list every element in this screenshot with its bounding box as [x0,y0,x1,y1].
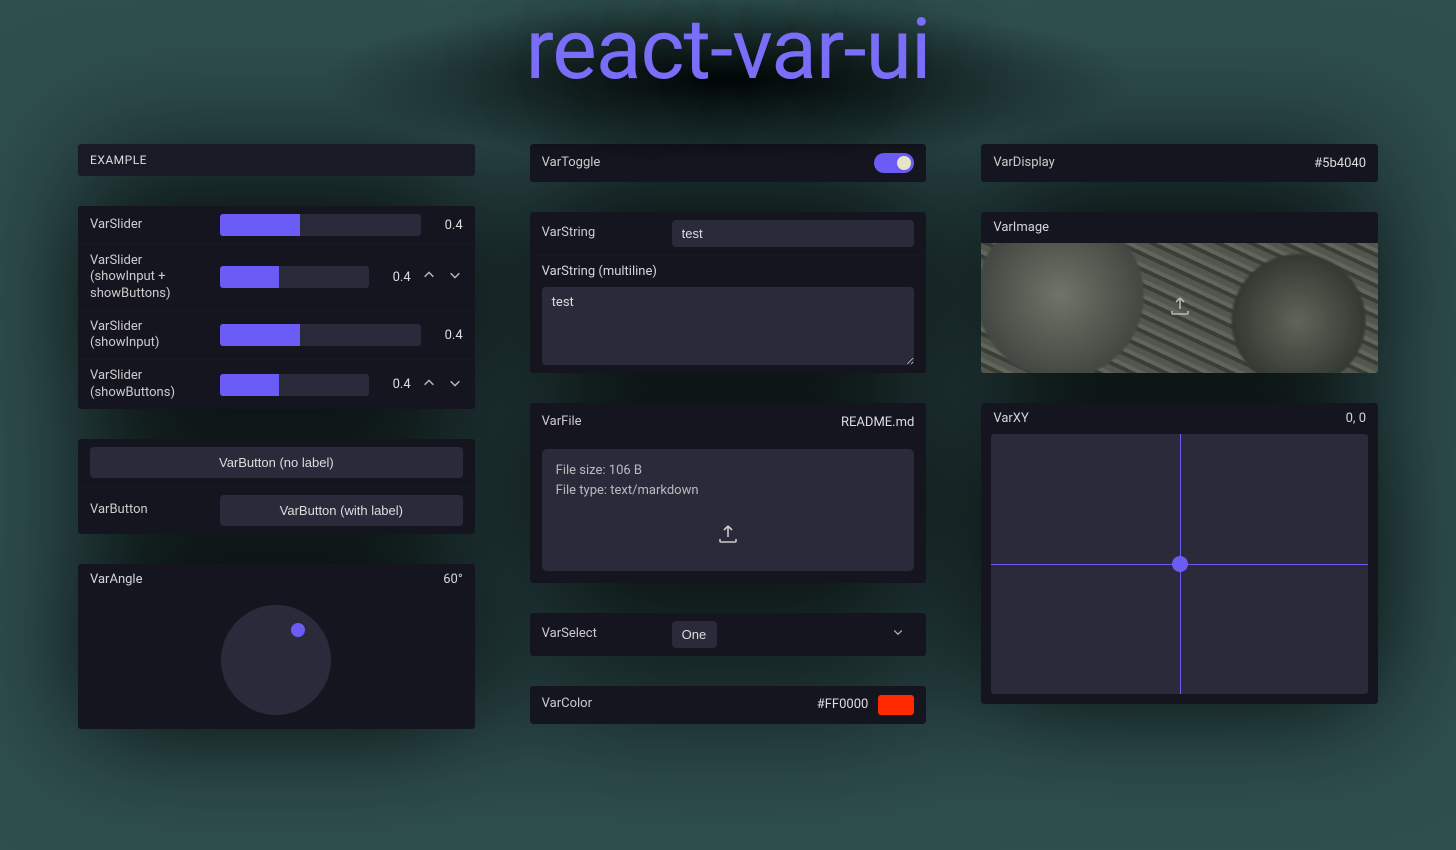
var-button-withlabel[interactable]: VarButton (with label) [220,495,463,526]
upload-icon [556,522,901,553]
slider-label: VarSlider [90,217,210,233]
xy-label: VarXY [993,411,1028,426]
string-multiline-row: VarString (multiline) [530,255,927,373]
select-row: VarSelect One [530,613,927,656]
select-panel: VarSelect One [530,613,927,656]
var-button-nolabel[interactable]: VarButton (no label) [90,447,463,478]
xy-handle[interactable] [1172,556,1188,572]
angle-handle[interactable] [291,623,305,637]
angle-dial[interactable] [221,605,331,715]
chevron-down-icon [448,376,462,394]
file-panel: VarFile README.md File size: 106 B File … [530,403,927,583]
string-row: VarString [530,212,927,255]
image-panel: VarImage [981,212,1378,373]
color-swatch[interactable] [878,695,914,715]
string-label: VarString [542,225,662,241]
file-label: VarFile [542,414,831,430]
slider-track[interactable] [220,324,421,346]
display-value: #5b4040 [1314,156,1366,171]
file-name: README.md [841,415,914,430]
increment-button[interactable] [421,377,437,393]
demo-board: EXAMPLE VarSlider 0.4 VarSlider (showInp… [58,109,1398,769]
select-label: VarSelect [542,626,662,642]
xy-panel: VarXY 0, 0 [981,403,1378,704]
sliders-panel: VarSlider 0.4 VarSlider (showInput + sho… [78,206,475,409]
slider-row-2: VarSlider (showInput + showButtons) 0.4 [78,244,475,310]
angle-label: VarAngle [90,572,142,587]
chevron-up-icon [422,376,436,394]
chevron-up-icon [422,268,436,286]
angle-panel: VarAngle 60° [78,564,475,729]
decrement-button[interactable] [447,269,463,285]
slider-value: 0.4 [379,270,411,285]
string-panel: VarString VarString (multiline) [530,212,927,373]
slider-track[interactable] [220,374,369,396]
string-multiline-label: VarString (multiline) [542,264,915,279]
buttons-panel: VarButton (no label) VarButton VarButton… [78,439,475,534]
file-size-line: File size: 106 B [556,461,901,481]
color-label: VarColor [542,696,807,712]
file-header-row: VarFile README.md [530,403,927,441]
column-2: VarToggle VarString VarString (multiline… [530,144,927,729]
chevron-down-icon [448,268,462,286]
string-multiline-input[interactable] [542,287,915,365]
file-dropzone[interactable]: File size: 106 B File type: text/markdow… [542,449,915,571]
decrement-button[interactable] [447,377,463,393]
increment-button[interactable] [421,269,437,285]
image-label: VarImage [981,212,1378,243]
angle-value: 60° [443,572,462,587]
slider-label: VarSlider (showInput) [90,319,210,352]
angle-row: VarAngle 60° [78,564,475,729]
slider-value: 0.4 [431,328,463,343]
string-input[interactable] [672,220,915,247]
xy-pad[interactable] [991,434,1368,694]
column-1: EXAMPLE VarSlider 0.4 VarSlider (showInp… [78,144,475,729]
color-panel: VarColor #FF0000 [530,686,927,724]
slider-row-3: VarSlider (showInput) 0.4 [78,310,475,360]
slider-value: 0.4 [431,218,463,233]
image-dropzone[interactable] [981,243,1378,373]
button-row-withlabel: VarButton VarButton (with label) [78,486,475,534]
slider-label: VarSlider (showInput + showButtons) [90,253,210,302]
color-value: #FF0000 [817,697,869,712]
chevron-down-icon [892,626,904,642]
file-type-line: File type: text/markdown [556,481,901,501]
slider-row-4: VarSlider (showButtons) 0.4 [78,359,475,409]
slider-track[interactable] [220,214,421,236]
button-row-nolabel: VarButton (no label) [78,439,475,486]
xy-value: 0, 0 [1346,411,1366,426]
upload-icon [1168,294,1192,322]
color-row: VarColor #FF0000 [530,686,927,724]
slider-track[interactable] [220,266,369,288]
slider-value: 0.4 [379,377,411,392]
button-label: VarButton [90,502,210,518]
page-title: react-var-ui [526,0,931,99]
slider-row-1: VarSlider 0.4 [78,206,475,244]
select-dropdown[interactable]: One [672,621,717,648]
slider-label: VarSlider (showButtons) [90,368,210,401]
column-3: VarDisplay #5b4040 VarImage VarXY 0, 0 [981,144,1378,729]
